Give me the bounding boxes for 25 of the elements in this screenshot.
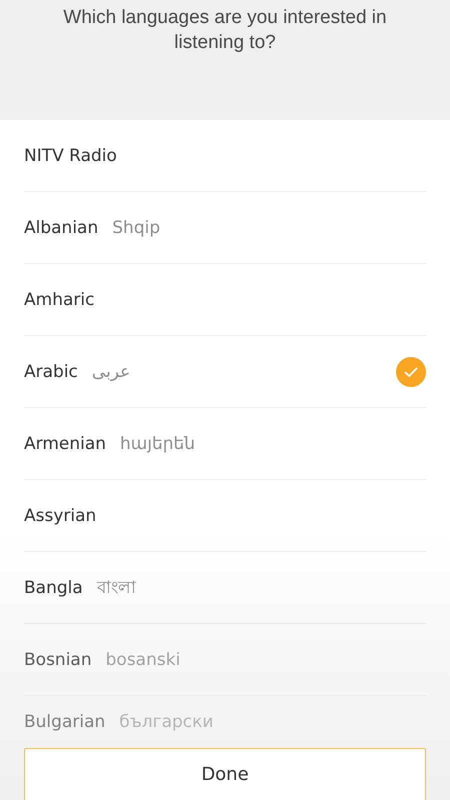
- language-item[interactable]: Albanian Shqip: [24, 192, 426, 264]
- language-item[interactable]: Assyrian: [24, 480, 426, 552]
- language-name: Arabic: [24, 362, 78, 382]
- done-button[interactable]: Done: [24, 748, 426, 800]
- language-item[interactable]: Bangla বাংলা: [24, 552, 426, 624]
- language-item[interactable]: NITV Radio: [24, 120, 426, 192]
- native-name: বাংলা: [96, 576, 136, 600]
- language-item[interactable]: Bulgarian български: [24, 696, 426, 748]
- language-name: Bulgarian: [24, 712, 106, 732]
- language-name: Armenian: [24, 434, 106, 454]
- language-item[interactable]: Armenian հայերեն: [24, 408, 426, 480]
- native-name: Shqip: [112, 218, 160, 238]
- language-item[interactable]: Bosnian bosanski: [24, 624, 426, 696]
- native-name: bosanski: [106, 650, 180, 670]
- language-name: Albanian: [24, 218, 98, 238]
- language-name: Bosnian: [24, 650, 92, 670]
- language-name: NITV Radio: [24, 146, 117, 166]
- native-name: հայերեն: [120, 434, 196, 454]
- language-item[interactable]: Amharic: [24, 264, 426, 336]
- language-name: Amharic: [24, 290, 94, 310]
- question-title: Which languages are you interested in listening to?: [62, 6, 388, 55]
- native-name: български: [119, 712, 214, 732]
- native-name: عربى: [92, 362, 130, 382]
- language-name: Bangla: [24, 578, 83, 598]
- language-name: Assyrian: [24, 506, 96, 526]
